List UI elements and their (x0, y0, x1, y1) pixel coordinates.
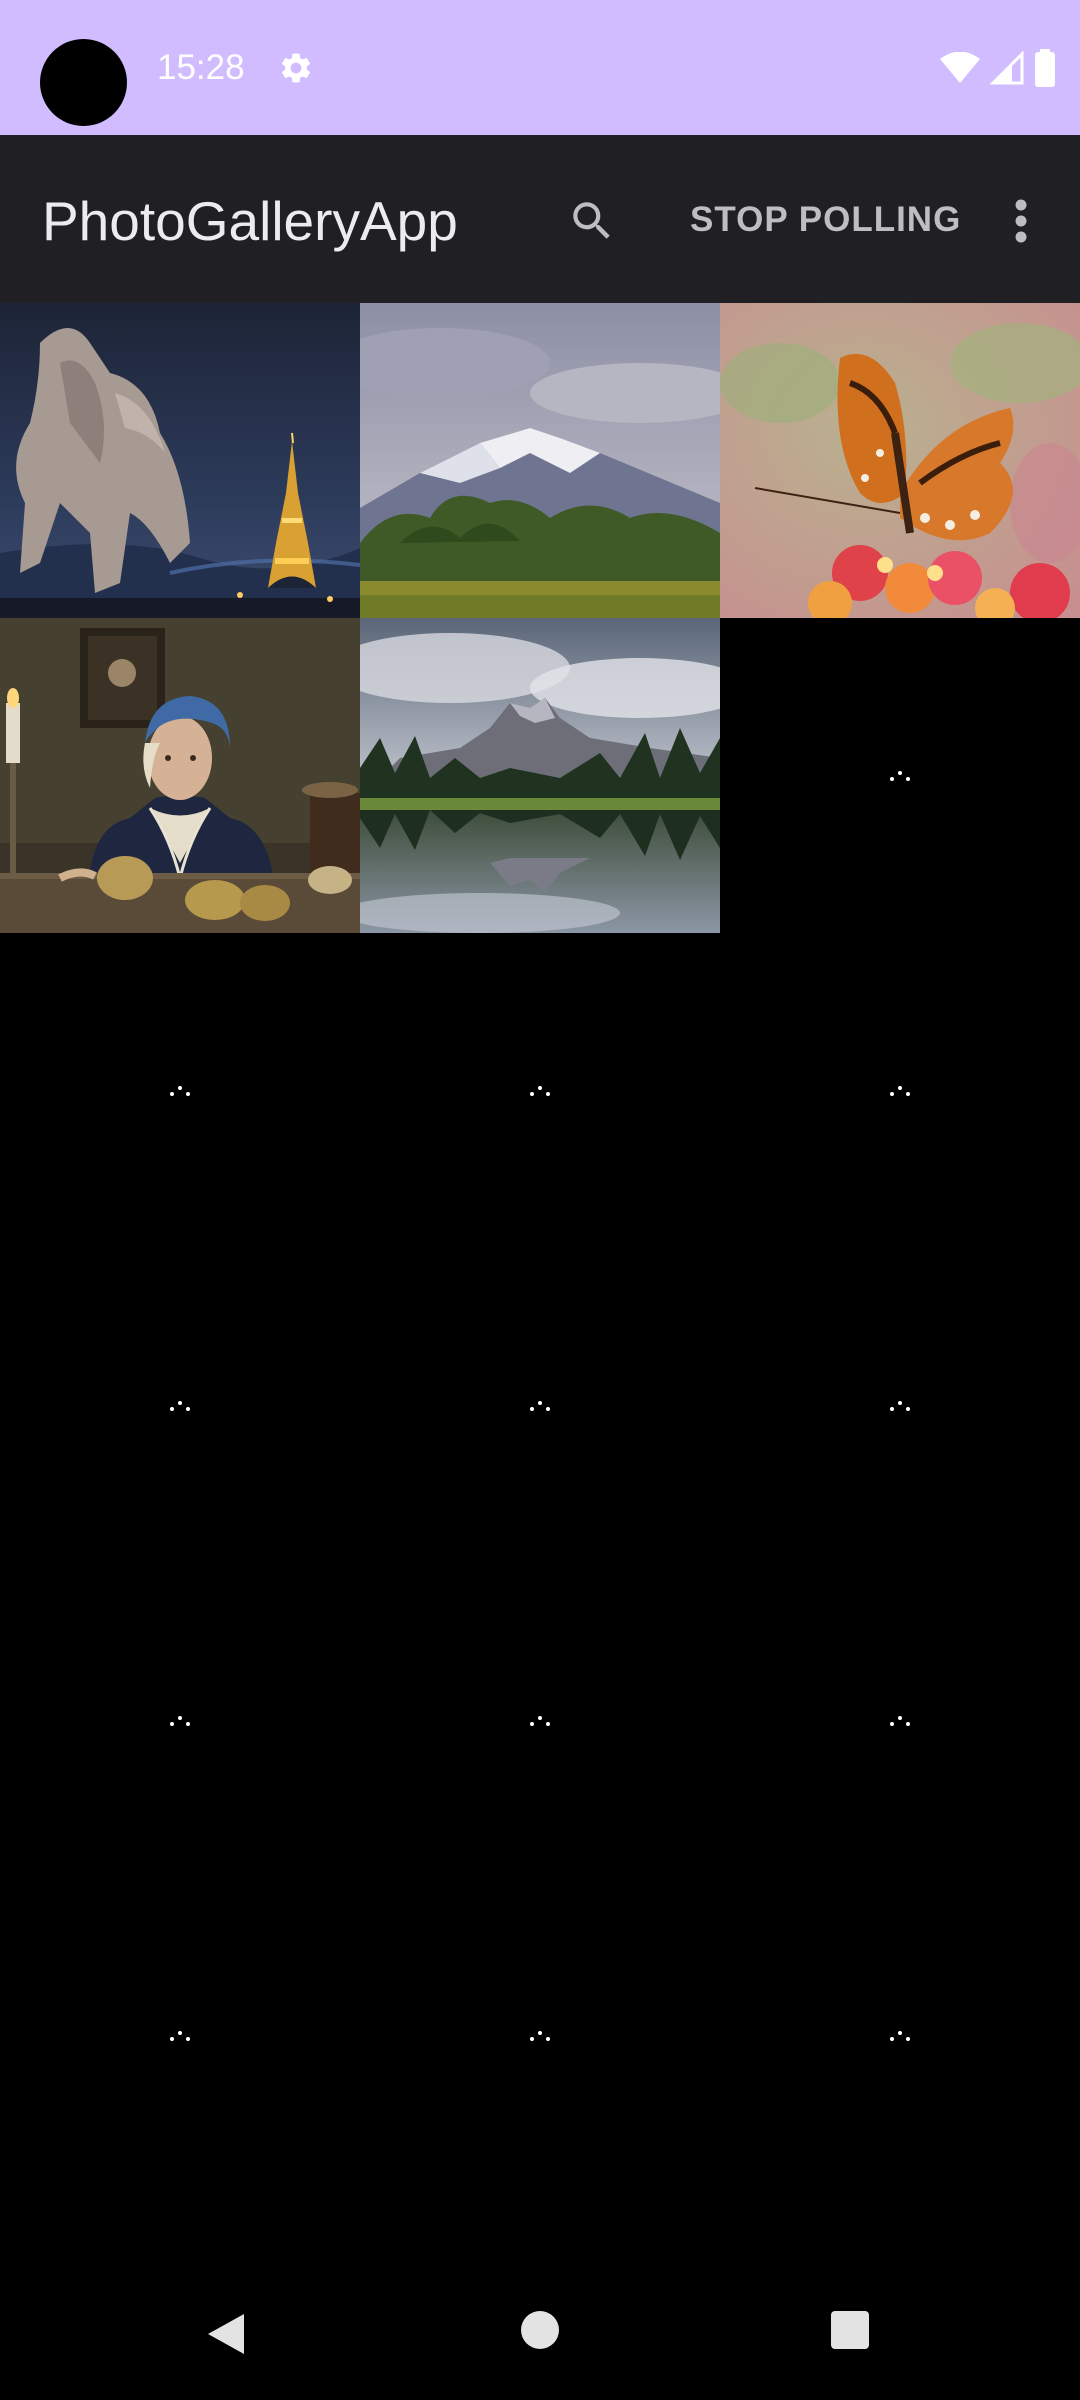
photo-thumbnail[interactable] (360, 618, 720, 933)
search-button[interactable] (560, 189, 624, 253)
photo-placeholder[interactable] (360, 933, 720, 1248)
photo-placeholder[interactable] (0, 1248, 360, 1563)
back-icon[interactable] (204, 2312, 248, 2356)
app-title: PhotoGalleryApp (42, 190, 458, 252)
app-bar: PhotoGalleryApp STOP POLLING (0, 135, 1080, 303)
camera-cutout (40, 39, 127, 126)
loading-dots-icon (0, 1248, 360, 1563)
photo-statue-eiffel-tower (0, 303, 360, 618)
photo-snowy-mountain-meadow (360, 303, 720, 618)
screen: 15:28 PhotoGalleryApp STOP POLLING (0, 0, 1080, 2400)
loading-dots-icon (720, 933, 1080, 1248)
photo-placeholder[interactable] (0, 1878, 360, 2193)
photo-placeholder[interactable] (720, 1878, 1080, 2193)
photo-placeholder[interactable] (360, 1878, 720, 2193)
photo-thumbnail[interactable] (0, 618, 360, 933)
photo-thumbnail[interactable] (360, 303, 720, 618)
loading-dots-icon (720, 1248, 1080, 1563)
photo-placeholder[interactable] (360, 1563, 720, 1878)
loading-dots-icon (360, 1563, 720, 1878)
status-icons (940, 48, 1056, 88)
signal-icon (990, 51, 1024, 85)
search-icon (573, 202, 610, 239)
navigation-bar (0, 2265, 1080, 2400)
photo-placeholder[interactable] (0, 933, 360, 1248)
photo-placeholder[interactable] (720, 1248, 1080, 1563)
settings-icon (281, 53, 311, 83)
wifi-icon (940, 52, 980, 83)
loading-dots-icon (0, 933, 360, 1248)
loading-dots-icon (720, 618, 1080, 933)
recents-icon[interactable] (831, 2311, 869, 2349)
loading-dots-icon (720, 1878, 1080, 2193)
photo-placeholder[interactable] (720, 1563, 1080, 1878)
status-bar: 15:28 (0, 0, 1080, 135)
loading-dots-icon (720, 1563, 1080, 1878)
photo-placeholder[interactable] (360, 1248, 720, 1563)
photo-placeholder[interactable] (720, 933, 1080, 1248)
photo-thumbnail[interactable] (0, 303, 360, 618)
photo-mountain-lake-reflection (360, 618, 720, 933)
stop-polling-button[interactable]: STOP POLLING (690, 198, 961, 242)
photo-placeholder[interactable] (720, 618, 1080, 933)
loading-dots-icon (0, 1563, 360, 1878)
battery-icon (1035, 49, 1055, 87)
photo-orange-butterfly (720, 303, 1080, 618)
photo-thumbnail[interactable] (720, 303, 1080, 618)
photo-girl-with-potatoes (0, 618, 360, 933)
status-time: 15:28 (157, 48, 245, 87)
loading-dots-icon (360, 933, 720, 1248)
more-vert-icon (1015, 199, 1027, 243)
loading-dots-icon (0, 1878, 360, 2193)
overflow-menu-button[interactable] (996, 189, 1046, 253)
loading-dots-icon (360, 1878, 720, 2193)
home-icon[interactable] (521, 2311, 559, 2349)
photo-placeholder[interactable] (0, 1563, 360, 1878)
loading-dots-icon (360, 1248, 720, 1563)
photo-grid[interactable] (0, 303, 1080, 2193)
